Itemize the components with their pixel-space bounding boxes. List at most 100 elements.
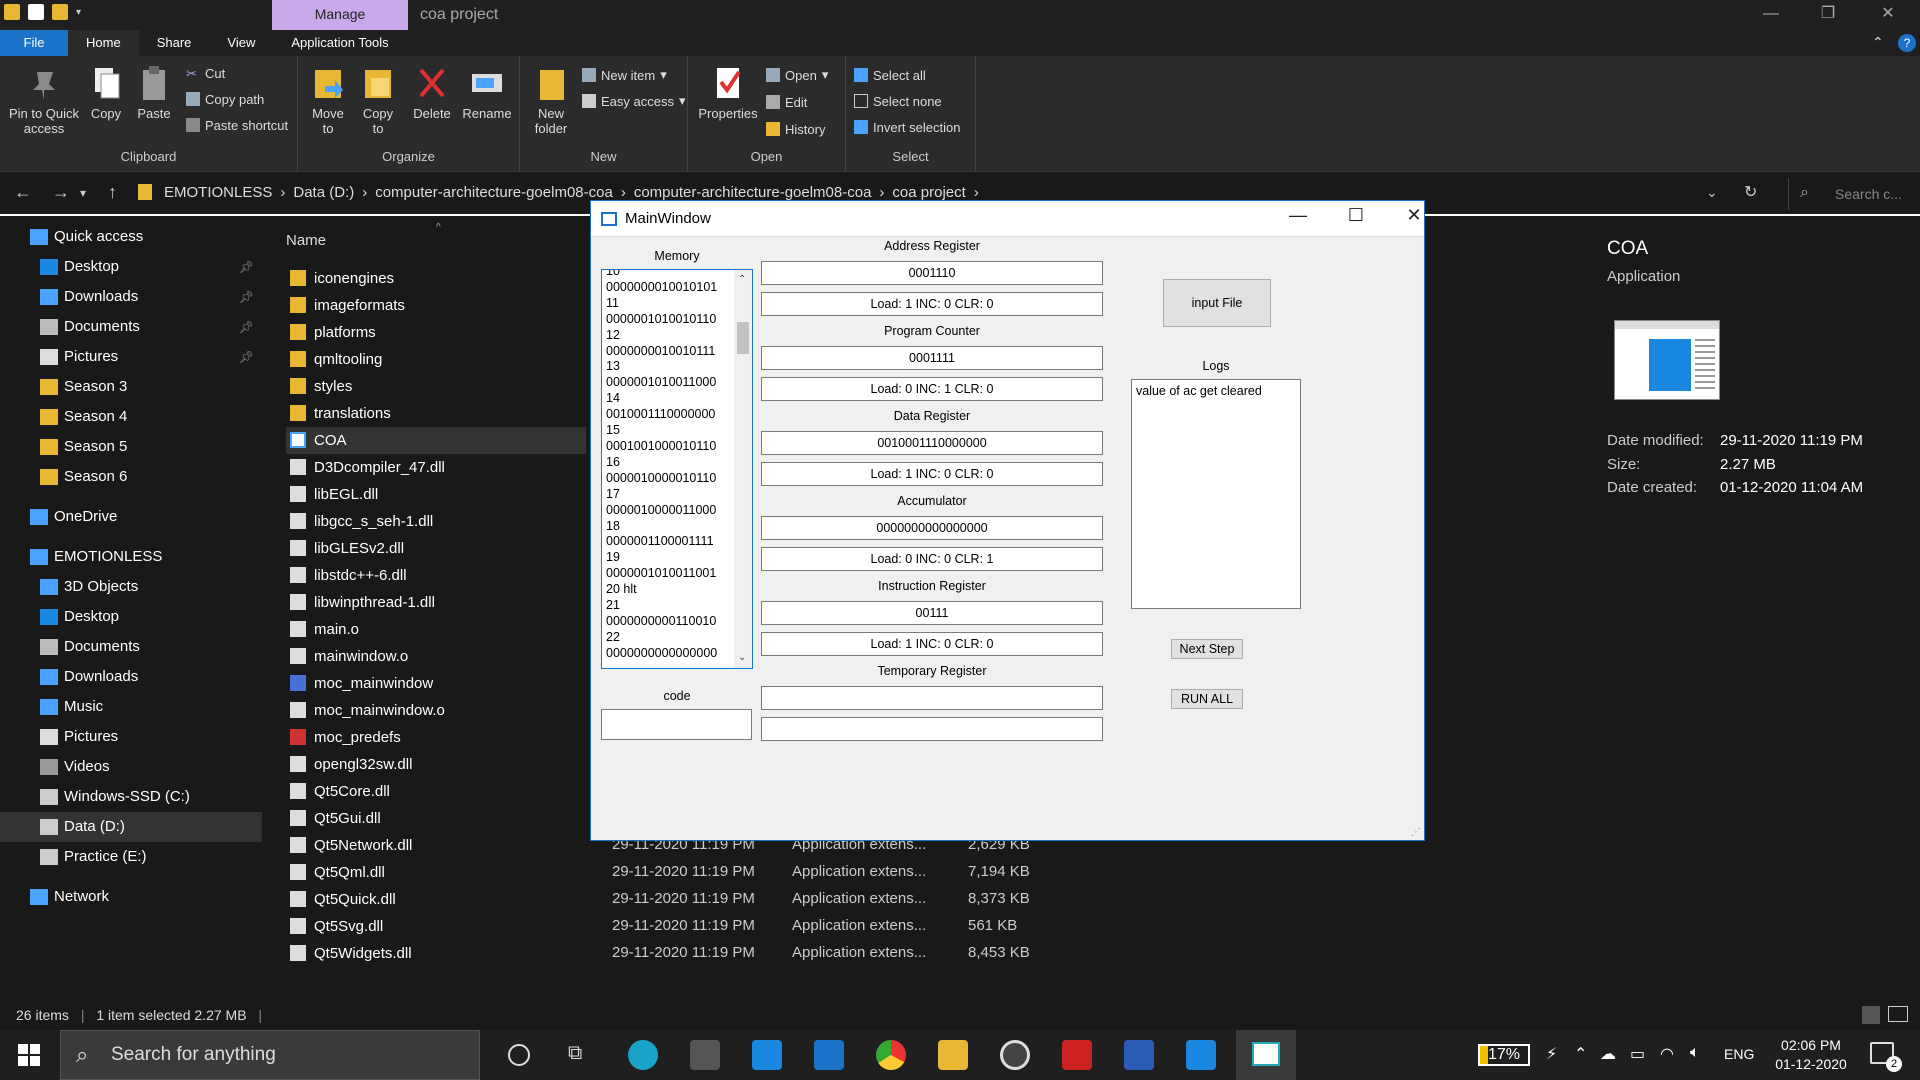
file-row[interactable]: Qt5Svg.dll — [286, 913, 606, 940]
nav-item[interactable]: Network — [0, 882, 262, 912]
file-row[interactable]: libGLESv2.dll — [286, 535, 586, 562]
memory-line[interactable]: 0000001100001111 — [606, 534, 734, 550]
memory-scroll-thumb[interactable] — [737, 322, 749, 354]
chevron-right-icon[interactable]: › — [621, 184, 626, 201]
breadcrumb-item[interactable]: computer-architecture-goelm08-coa — [375, 184, 613, 201]
tab-file[interactable]: File — [0, 30, 68, 56]
coa-app-taskbar-button[interactable] — [1236, 1030, 1296, 1080]
history-button[interactable]: History — [766, 120, 825, 138]
file-row[interactable]: moc_mainwindow.o — [286, 697, 586, 724]
recent-dropdown-icon[interactable]: ▾ — [80, 186, 86, 200]
edge-icon[interactable] — [628, 1040, 658, 1070]
file-row[interactable]: qmltooling — [286, 346, 586, 373]
chevron-right-icon[interactable]: › — [280, 184, 285, 201]
breadcrumb-item[interactable]: computer-architecture-goelm08-coa — [634, 184, 872, 201]
file-row[interactable]: libwinpthread-1.dll — [286, 589, 586, 616]
nav-item[interactable]: Downloads — [0, 662, 262, 692]
register-value-field[interactable]: 0000000000000000 — [761, 516, 1103, 540]
mainwindow-close-button[interactable]: ✕ — [1394, 205, 1434, 233]
tab-view[interactable]: View — [209, 30, 273, 56]
mainwindow-minimize-button[interactable]: — — [1278, 205, 1318, 233]
paste-button[interactable]: Paste — [134, 64, 174, 121]
collapse-ribbon-icon[interactable]: ⌃ — [1872, 34, 1884, 51]
memory-line[interactable]: 10 — [606, 270, 734, 280]
nav-item[interactable]: Documents 📌︎ — [0, 312, 262, 342]
copy-button[interactable]: Copy — [86, 64, 126, 121]
word-icon[interactable] — [1124, 1040, 1154, 1070]
nav-item[interactable]: Pictures 📌︎ — [0, 342, 262, 372]
register-value-field[interactable]: 0001111 — [761, 346, 1103, 370]
show-hidden-icons-icon[interactable]: ⌃ — [1574, 1044, 1587, 1064]
file-row[interactable]: mainwindow.o — [286, 643, 586, 670]
chevron-right-icon[interactable]: › — [362, 184, 367, 201]
tab-application-tools[interactable]: Application Tools — [273, 30, 406, 56]
scroll-down-icon[interactable]: ⌄ — [738, 652, 746, 663]
memory-line[interactable]: 12 — [606, 328, 734, 344]
code-input[interactable] — [601, 709, 752, 740]
memory-line[interactable]: 14 — [606, 391, 734, 407]
tab-share[interactable]: Share — [139, 30, 210, 56]
register-flags-field[interactable]: Load: 1 INC: 0 CLR: 0 — [761, 292, 1103, 316]
nav-item[interactable]: Downloads 📌︎ — [0, 282, 262, 312]
file-row[interactable]: iconengines — [286, 265, 586, 292]
memory-line[interactable]: 0000010000010110 — [606, 471, 734, 487]
memory-line[interactable]: 13 — [606, 359, 734, 375]
input-file-button[interactable]: input File — [1163, 279, 1271, 327]
store-icon[interactable] — [690, 1040, 720, 1070]
memory-line[interactable]: 0000000010010101 — [606, 280, 734, 296]
mail-icon[interactable] — [814, 1040, 844, 1070]
file-row[interactable]: moc_mainwindow — [286, 670, 586, 697]
move-to-button[interactable]: Move to — [306, 64, 350, 136]
restore-button[interactable]: ❐ — [1800, 0, 1856, 30]
register-value-field[interactable]: 0010001110000000 — [761, 431, 1103, 455]
file-row[interactable]: Qt5Gui.dll — [286, 805, 586, 832]
register-flags-field[interactable]: Load: 0 INC: 0 CLR: 1 — [761, 547, 1103, 571]
file-row[interactable]: libstdc++-6.dll — [286, 562, 586, 589]
nav-item[interactable]: Season 3 — [0, 372, 262, 402]
file-row[interactable]: Qt5Quick.dll — [286, 886, 606, 913]
memory-line[interactable]: 0001001000010110 — [606, 439, 734, 455]
nav-item[interactable]: Windows-SSD (C:) — [0, 782, 262, 812]
file-row[interactable]: imageformats — [286, 292, 586, 319]
customize-dropdown-icon[interactable]: ▾ — [76, 7, 81, 18]
memory-line[interactable]: 16 — [606, 455, 734, 471]
video-player-icon[interactable] — [1186, 1040, 1216, 1070]
onedrive-tray-icon[interactable]: ☁ — [1600, 1044, 1616, 1064]
address-dropdown-icon[interactable]: ⌄ — [1706, 184, 1718, 201]
resize-grip-icon[interactable]: ⋰ — [1411, 827, 1421, 838]
pin-icon[interactable]: 📌︎ — [239, 312, 254, 342]
memory-line[interactable]: 22 — [606, 630, 734, 646]
memory-line[interactable]: 15 — [606, 423, 734, 439]
next-step-button[interactable]: Next Step — [1171, 639, 1243, 659]
properties-check-icon[interactable] — [28, 4, 44, 20]
register-value-field[interactable]: 0001110 — [761, 261, 1103, 285]
register-value-field[interactable]: 00111 — [761, 601, 1103, 625]
file-explorer-icon[interactable] — [938, 1040, 968, 1070]
nav-item[interactable]: Season 5 — [0, 432, 262, 462]
taskbar-search-input[interactable]: Search for anything — [60, 1030, 480, 1080]
logs-textbox[interactable]: value of ac get cleared — [1131, 379, 1301, 609]
memory-line[interactable]: 0010001110000000 — [606, 407, 734, 423]
folder-icon[interactable] — [4, 4, 20, 20]
file-row[interactable]: styles — [286, 373, 586, 400]
file-row[interactable]: libgcc_s_seh-1.dll — [286, 508, 586, 535]
breadcrumb-item[interactable]: Data (D:) — [293, 184, 354, 201]
forward-arrow-icon[interactable]: → — [52, 182, 70, 203]
nav-item[interactable]: Season 6 — [0, 462, 262, 492]
file-row[interactable]: D3Dcompiler_47.dll — [286, 454, 586, 481]
delete-button[interactable]: Delete — [410, 64, 454, 121]
cortana-icon[interactable] — [508, 1044, 530, 1066]
copy-to-button[interactable]: Copy to — [356, 64, 400, 136]
minimize-button[interactable]: — — [1743, 0, 1799, 30]
register-flags-field[interactable]: Load: 0 INC: 1 CLR: 0 — [761, 377, 1103, 401]
battery-tray-icon[interactable]: ▭ — [1630, 1044, 1645, 1064]
open-button[interactable]: Open ▾ — [766, 66, 828, 84]
name-column-header[interactable]: Name — [286, 232, 326, 249]
breadcrumb-item[interactable]: EMOTIONLESS — [164, 184, 272, 201]
close-button[interactable]: ✕ — [1860, 0, 1916, 30]
app-l-icon[interactable] — [752, 1040, 782, 1070]
file-row[interactable]: Qt5Widgets.dll — [286, 940, 606, 967]
copy-path-button[interactable]: Copy path — [186, 90, 264, 108]
nav-item[interactable]: 3D Objects — [0, 572, 262, 602]
large-icons-view-icon[interactable] — [1888, 1006, 1908, 1022]
